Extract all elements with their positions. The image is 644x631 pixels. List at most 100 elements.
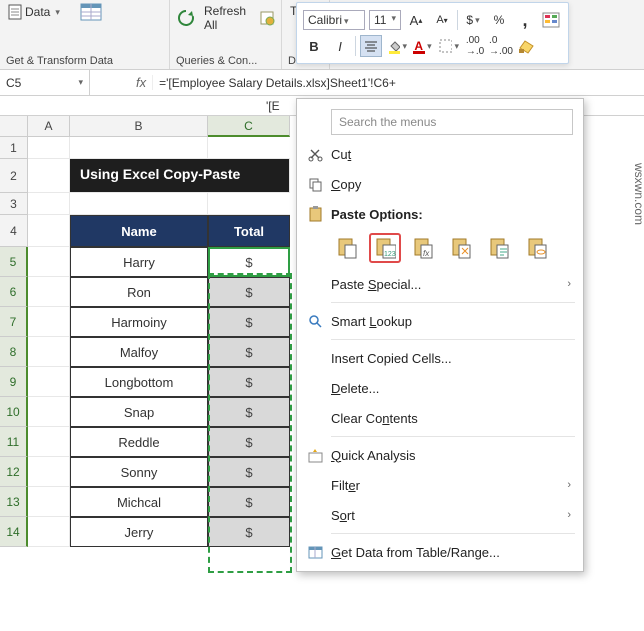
table-cell-name[interactable]: Harry [70, 247, 208, 277]
decrease-font-icon[interactable]: A▾ [431, 9, 453, 31]
ctx-filter[interactable]: Filter › [297, 470, 583, 500]
table-cell-name[interactable]: Snap [70, 397, 208, 427]
svg-text:123: 123 [384, 251, 396, 258]
query-icon[interactable] [259, 2, 275, 34]
ctx-quick-analysis[interactable]: Quick Analysis [297, 440, 583, 470]
paste-transpose-icon[interactable] [445, 233, 477, 263]
center-align-icon[interactable] [360, 35, 382, 57]
chevron-down-icon: ▾ [53, 7, 60, 18]
table-cell-name[interactable]: Reddle [70, 427, 208, 457]
table-cell-name[interactable]: Jerry [70, 517, 208, 547]
group-label-get-transform: Get & Transform Data [6, 53, 163, 69]
percent-icon[interactable]: % [488, 9, 510, 31]
data-dropdown[interactable]: Data ▾ [6, 2, 62, 22]
ctx-cut[interactable]: Cut [297, 139, 583, 169]
cond-format-icon[interactable] [540, 9, 562, 31]
paste-link-icon[interactable] [521, 233, 553, 263]
ctx-sort[interactable]: Sort › [297, 500, 583, 530]
bold-button[interactable]: B [303, 35, 325, 57]
ctx-delete[interactable]: Delete... [297, 373, 583, 403]
data-label: Data [25, 5, 50, 19]
table-cell-name[interactable]: Ron [70, 277, 208, 307]
row-header[interactable]: 13 [0, 487, 28, 517]
increase-decimal-icon[interactable]: .0→.00 [490, 35, 512, 57]
row-header[interactable]: 8 [0, 337, 28, 367]
currency-icon[interactable]: $▾ [462, 9, 484, 31]
context-menu: Search the menus Cut Copy Paste Options:… [296, 98, 584, 572]
table-cell-value[interactable]: $ [208, 427, 290, 457]
table-cell-value[interactable]: $ [208, 337, 290, 367]
col-c[interactable]: C [208, 116, 290, 137]
group-label-queries: Queries & Con... [176, 53, 275, 69]
table-cell-name[interactable]: Michcal [70, 487, 208, 517]
border-icon[interactable]: ▾ [438, 35, 460, 57]
paste-formatting-icon[interactable] [483, 233, 515, 263]
paste-default-icon[interactable] [331, 233, 363, 263]
scissors-icon [305, 147, 325, 162]
ctx-insert-copied[interactable]: Insert Copied Cells... [297, 343, 583, 373]
chevron-right-icon: › [567, 479, 571, 491]
watermark: wsxwn.com [632, 163, 644, 225]
paste-options-row: 123 fx [297, 229, 583, 269]
table-cell-value[interactable]: $ [208, 457, 290, 487]
table-header-total: Total [208, 215, 290, 247]
table-cell-value[interactable]: $ [208, 247, 290, 277]
formula-input[interactable]: ='[Employee Salary Details.xlsx]Sheet1'!… [153, 76, 644, 90]
row-header[interactable]: 3 [0, 193, 28, 215]
ctx-copy[interactable]: Copy [297, 169, 583, 199]
table-cell-value[interactable]: $ [208, 367, 290, 397]
refresh-icon[interactable] [176, 2, 196, 34]
paste-values-icon[interactable]: 123 [369, 233, 401, 263]
search-menus-input[interactable]: Search the menus [331, 109, 573, 135]
row-header[interactable]: 1 [0, 137, 28, 159]
refresh-all[interactable]: Refresh All [202, 2, 253, 34]
size-selector[interactable]: 11▾ [369, 10, 401, 30]
table-header-name: Name [70, 215, 208, 247]
table-cell-value[interactable]: $ [208, 397, 290, 427]
table-cell-name[interactable]: Longbottom [70, 367, 208, 397]
row-header[interactable]: 9 [0, 367, 28, 397]
table-cell-name[interactable]: Harmoiny [70, 307, 208, 337]
row-header[interactable]: 6 [0, 277, 28, 307]
row-header[interactable]: 2 [0, 159, 28, 193]
ctx-clear[interactable]: Clear Contents [297, 403, 583, 433]
ctx-smart-lookup[interactable]: Smart Lookup [297, 306, 583, 336]
svg-text:fx: fx [423, 249, 430, 258]
select-all-corner[interactable] [0, 116, 28, 137]
font-color-icon[interactable]: A▾ [412, 35, 434, 57]
row-header[interactable]: 7 [0, 307, 28, 337]
table-cell-name[interactable]: Malfoy [70, 337, 208, 367]
increase-font-icon[interactable]: A▴ [405, 9, 427, 31]
row-header[interactable]: 11 [0, 427, 28, 457]
fx-icon[interactable]: fx [130, 75, 153, 90]
italic-button[interactable]: I [329, 35, 351, 57]
ctx-paste-special[interactable]: Paste Special... › [297, 269, 583, 299]
row-header[interactable]: 4 [0, 215, 28, 247]
font-selector[interactable]: Calibri▾ [303, 10, 365, 30]
table-icon [305, 546, 325, 559]
table-cell-name[interactable]: Sonny [70, 457, 208, 487]
ctx-get-data[interactable]: Get Data from Table/Range... [297, 537, 583, 567]
row-header[interactable]: 14 [0, 517, 28, 547]
table-cell-value[interactable]: $ [208, 487, 290, 517]
col-b[interactable]: B [70, 116, 208, 137]
fill-color-icon[interactable]: ▾ [386, 35, 408, 57]
row-header[interactable]: 10 [0, 397, 28, 427]
name-box[interactable]: C5 ▾ [0, 70, 90, 95]
table-icon[interactable] [80, 2, 102, 22]
table-cell-value[interactable]: $ [208, 307, 290, 337]
table-cell-value[interactable]: $ [208, 517, 290, 547]
ctx-paste-header: Paste Options: [297, 199, 583, 229]
clipboard-icon [305, 206, 325, 222]
table-cell-value[interactable]: $ [208, 277, 290, 307]
col-a[interactable]: A [28, 116, 70, 137]
comma-icon[interactable]: , [514, 9, 536, 31]
row-header[interactable]: 5 [0, 247, 28, 277]
decrease-decimal-icon[interactable]: .00→.0 [464, 35, 486, 57]
format-painter-icon[interactable] [516, 35, 538, 57]
mini-toolbar: Calibri▾ 11▾ A▴ A▾ $▾ % , B I ▾ A▾ ▾ .00… [296, 2, 569, 64]
paste-formulas-icon[interactable]: fx [407, 233, 439, 263]
row-header[interactable]: 12 [0, 457, 28, 487]
chevron-right-icon: › [567, 278, 571, 290]
page-icon [8, 4, 22, 20]
